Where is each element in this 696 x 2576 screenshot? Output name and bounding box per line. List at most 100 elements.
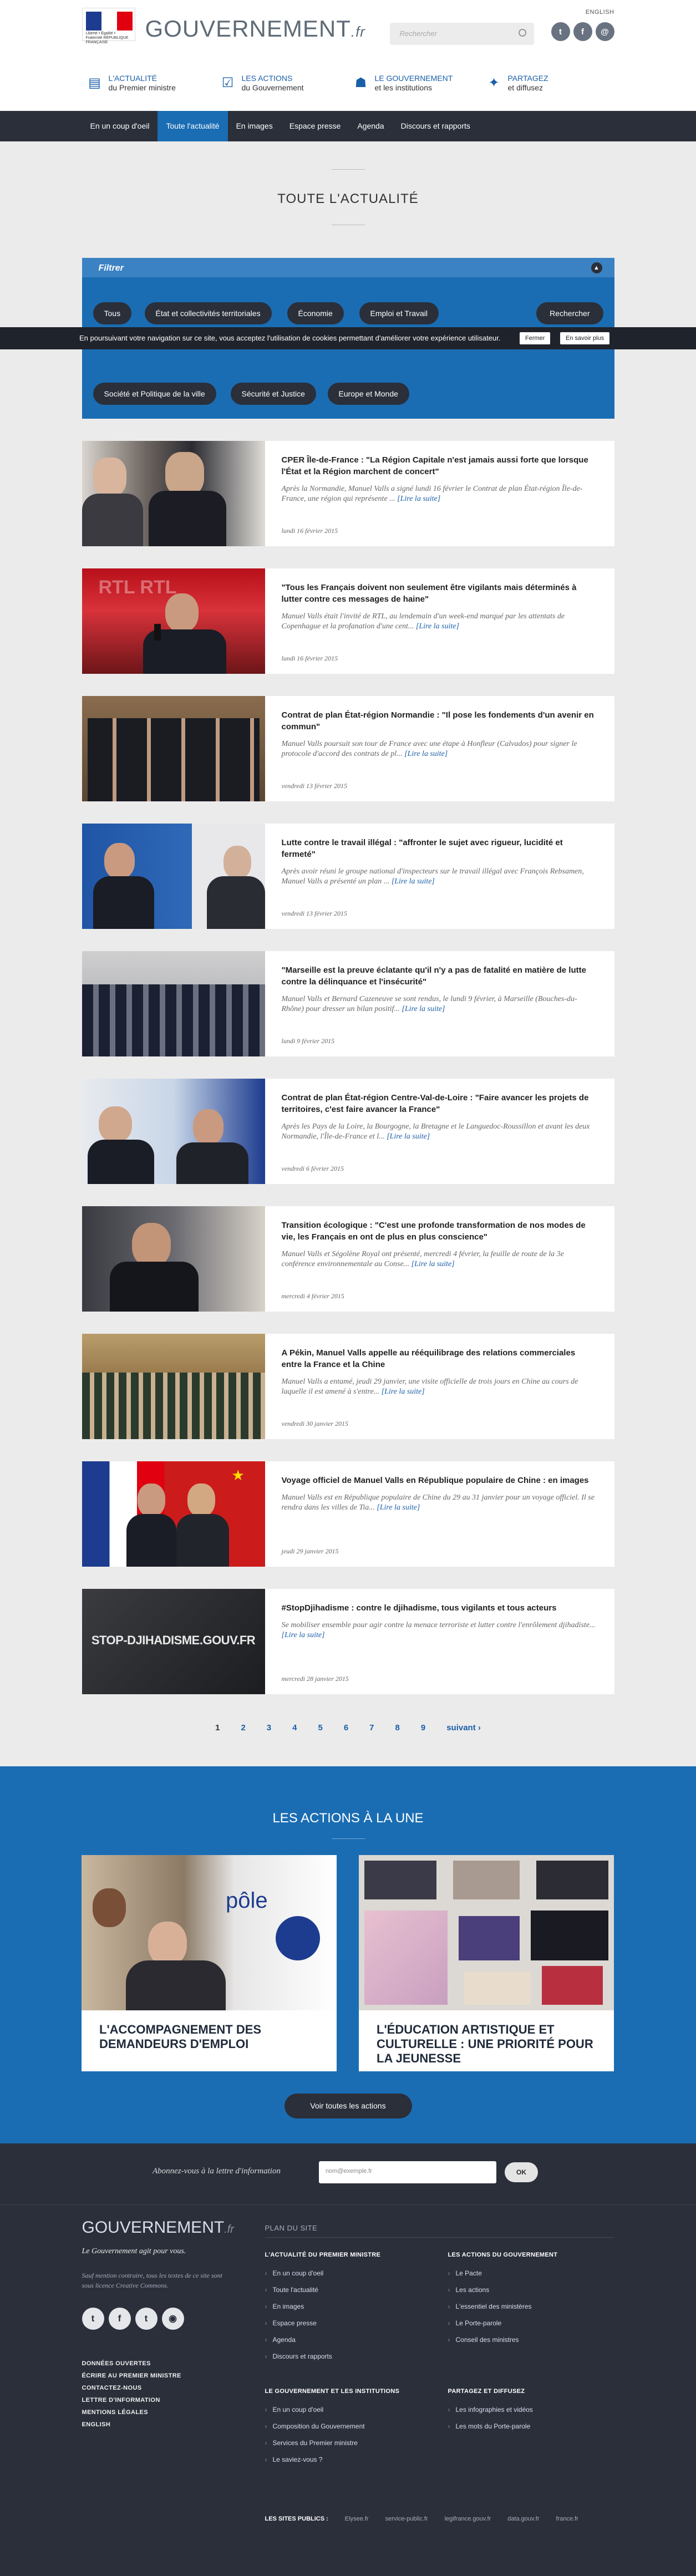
read-more-link[interactable]: [Lire la suite] bbox=[382, 1388, 425, 1396]
article-title[interactable]: #StopDjihadisme : contre le djihadisme, … bbox=[282, 1602, 598, 1614]
page-link[interactable]: 7 bbox=[369, 1723, 374, 1732]
page-link[interactable]: 5 bbox=[318, 1723, 322, 1732]
site-link[interactable]: data.gouv.fr bbox=[507, 2516, 539, 2522]
sitemap-link[interactable]: Agenda bbox=[265, 2331, 381, 2348]
action-card[interactable]: L'ÉDUCATION ARTISTIQUE ET CULTURELLE : U… bbox=[359, 1855, 614, 2071]
read-more-link[interactable]: [Lire la suite] bbox=[282, 1631, 325, 1639]
nav-actions[interactable]: ☑ LES ACTIONS du Gouvernement bbox=[215, 69, 348, 103]
read-more-link[interactable]: [Lire la suite] bbox=[411, 1260, 455, 1268]
list-item[interactable]: Lutte contre le travail illégal : "affro… bbox=[82, 824, 614, 929]
article-image[interactable]: STOP-DJIHADISME.GOUV.FR bbox=[82, 1589, 265, 1694]
next-page-link[interactable]: suivant › bbox=[446, 1723, 481, 1732]
action-card[interactable]: pôle L'ACCOMPAGNEMENT DES DEMANDEURS D'E… bbox=[82, 1855, 337, 2071]
article-title[interactable]: "Tous les Français doivent non seulement… bbox=[282, 582, 598, 605]
article-image[interactable] bbox=[82, 1206, 265, 1312]
contact-icon[interactable]: @ bbox=[595, 22, 614, 41]
footer-link[interactable]: LETTRE D'INFORMATION bbox=[82, 2394, 181, 2406]
list-item[interactable]: Contrat de plan État-région Centre-Val-d… bbox=[82, 1079, 614, 1184]
read-more-link[interactable]: [Lire la suite] bbox=[402, 1005, 445, 1013]
article-image[interactable]: RTL RTL bbox=[82, 568, 265, 674]
article-title[interactable]: Contrat de plan État-région Normandie : … bbox=[282, 709, 598, 733]
article-image[interactable] bbox=[82, 951, 265, 1056]
read-more-link[interactable]: [Lire la suite] bbox=[404, 750, 448, 758]
site-brand[interactable]: GOUVERNEMENT.fr bbox=[145, 16, 365, 42]
sitemap-link[interactable]: Services du Premier ministre bbox=[265, 2435, 400, 2451]
nav-gouvernement[interactable]: ☗ LE GOUVERNEMENT et les institutions bbox=[348, 69, 481, 103]
search-input[interactable]: Rechercher bbox=[389, 23, 534, 45]
page-link[interactable]: 9 bbox=[421, 1723, 425, 1732]
read-more-link[interactable]: [Lire la suite] bbox=[397, 495, 440, 503]
subnav-agenda[interactable]: Agenda bbox=[349, 111, 392, 141]
subnav-coup-doeil[interactable]: En un coup d'oeil bbox=[82, 111, 158, 141]
footer-link[interactable]: ÉCRIRE AU PREMIER MINISTRE bbox=[82, 2370, 181, 2382]
footer-brand[interactable]: GOUVERNEMENT.fr bbox=[82, 2218, 234, 2237]
article-title[interactable]: Contrat de plan État-région Centre-Val-d… bbox=[282, 1092, 598, 1115]
action-card-title[interactable]: L'ÉDUCATION ARTISTIQUE ET CULTURELLE : U… bbox=[359, 2010, 614, 2066]
footer-link[interactable]: MENTIONS LÉGALES bbox=[82, 2406, 181, 2419]
page-link[interactable]: 4 bbox=[292, 1723, 297, 1732]
facebook-icon[interactable]: f bbox=[573, 22, 592, 41]
list-item[interactable]: RTL RTL "Tous les Français doivent non s… bbox=[82, 568, 614, 674]
english-link[interactable]: ENGLISH bbox=[586, 9, 614, 16]
filter-header[interactable]: Filtrer ▲ bbox=[82, 258, 614, 277]
article-title[interactable]: Lutte contre le travail illégal : "affro… bbox=[282, 837, 598, 860]
list-item[interactable]: Transition écologique : "C'est une profo… bbox=[82, 1206, 614, 1312]
footer-link[interactable]: DONNÉES OUVERTES bbox=[82, 2357, 181, 2370]
marianne-logo[interactable]: Liberté • Égalité • Fraternité RÉPUBLIQU… bbox=[82, 8, 135, 44]
sitemap-link[interactable]: L'essentiel des ministères bbox=[448, 2298, 558, 2315]
site-link[interactable]: service-public.fr bbox=[385, 2516, 428, 2522]
search-button[interactable]: Rechercher bbox=[536, 302, 603, 324]
site-link[interactable]: france.fr bbox=[556, 2516, 578, 2522]
sitemap-link[interactable]: En un coup d'oeil bbox=[265, 2265, 381, 2282]
filter-tag[interactable]: Europe et Monde bbox=[327, 383, 409, 405]
chevron-up-icon[interactable]: ▲ bbox=[591, 262, 602, 273]
sitemap-link[interactable]: Toute l'actualité bbox=[265, 2282, 381, 2298]
list-item[interactable]: Contrat de plan État-région Normandie : … bbox=[82, 696, 614, 801]
twitter-icon[interactable]: t bbox=[551, 22, 570, 41]
article-image[interactable] bbox=[82, 1334, 265, 1439]
sitemap-link[interactable]: Conseil des ministres bbox=[448, 2331, 558, 2348]
subnav-toute-actualite[interactable]: Toute l'actualité bbox=[158, 111, 228, 141]
page-link[interactable]: 3 bbox=[267, 1723, 271, 1732]
read-more-link[interactable]: [Lire la suite] bbox=[387, 1132, 430, 1141]
filter-tag[interactable]: Économie bbox=[287, 302, 344, 324]
list-item[interactable]: STOP-DJIHADISME.GOUV.FR #StopDjihadisme … bbox=[82, 1589, 614, 1694]
site-link[interactable]: Elysee.fr bbox=[345, 2516, 369, 2522]
footer-link[interactable]: ENGLISH bbox=[82, 2419, 181, 2431]
filter-tag[interactable]: État et collectivités territoriales bbox=[144, 302, 272, 324]
article-title[interactable]: CPER Île-de-France : "La Région Capitale… bbox=[282, 454, 598, 477]
sitemap-link[interactable]: Discours et rapports bbox=[265, 2348, 381, 2365]
list-item[interactable]: CPER Île-de-France : "La Région Capitale… bbox=[82, 441, 614, 546]
subnav-espace-presse[interactable]: Espace presse bbox=[281, 111, 349, 141]
site-link[interactable]: legifrance.gouv.fr bbox=[445, 2516, 491, 2522]
sitemap-link[interactable]: En images bbox=[265, 2298, 381, 2315]
list-item[interactable]: ★ Voyage officiel de Manuel Valls en Rép… bbox=[82, 1461, 614, 1567]
article-title[interactable]: Transition écologique : "C'est une profo… bbox=[282, 1220, 598, 1243]
facebook-icon[interactable]: f bbox=[108, 2308, 131, 2330]
sitemap-link[interactable]: Le saviez-vous ? bbox=[265, 2451, 400, 2468]
sitemap-link[interactable]: Les infographies et vidéos bbox=[448, 2401, 533, 2418]
sitemap-link[interactable]: Les mots du Porte-parole bbox=[448, 2418, 533, 2435]
email-field[interactable]: nom@exemple.fr bbox=[319, 2161, 496, 2183]
filter-tag[interactable]: Emploi et Travail bbox=[359, 302, 439, 324]
subnav-discours[interactable]: Discours et rapports bbox=[393, 111, 479, 141]
tumblr-icon[interactable]: t bbox=[135, 2308, 158, 2330]
read-more-link[interactable]: [Lire la suite] bbox=[377, 1503, 420, 1512]
search-icon[interactable] bbox=[518, 29, 526, 37]
article-image[interactable] bbox=[82, 824, 265, 929]
action-card-title[interactable]: L'ACCOMPAGNEMENT DES DEMANDEURS D'EMPLOI bbox=[82, 2010, 337, 2051]
twitter-icon[interactable]: t bbox=[82, 2308, 104, 2330]
article-title[interactable]: "Marseille est la preuve éclatante qu'il… bbox=[282, 964, 598, 988]
subnav-en-images[interactable]: En images bbox=[228, 111, 281, 141]
nav-actualite[interactable]: ▤ L'ACTUALITÉ du Premier ministre bbox=[82, 69, 215, 103]
action-image[interactable]: pôle bbox=[82, 1855, 337, 2010]
read-more-link[interactable]: [Lire la suite] bbox=[392, 877, 435, 886]
cookie-more-button[interactable]: En savoir plus bbox=[560, 332, 610, 344]
page-link[interactable]: 8 bbox=[395, 1723, 400, 1732]
list-item[interactable]: A Pékin, Manuel Valls appelle au rééquil… bbox=[82, 1334, 614, 1439]
action-image[interactable] bbox=[359, 1855, 614, 2010]
article-title[interactable]: Voyage officiel de Manuel Valls en Répub… bbox=[282, 1475, 598, 1486]
instagram-icon[interactable]: ◉ bbox=[161, 2308, 184, 2330]
article-title[interactable]: A Pékin, Manuel Valls appelle au rééquil… bbox=[282, 1347, 598, 1370]
filter-tag[interactable]: Tous bbox=[93, 302, 132, 324]
